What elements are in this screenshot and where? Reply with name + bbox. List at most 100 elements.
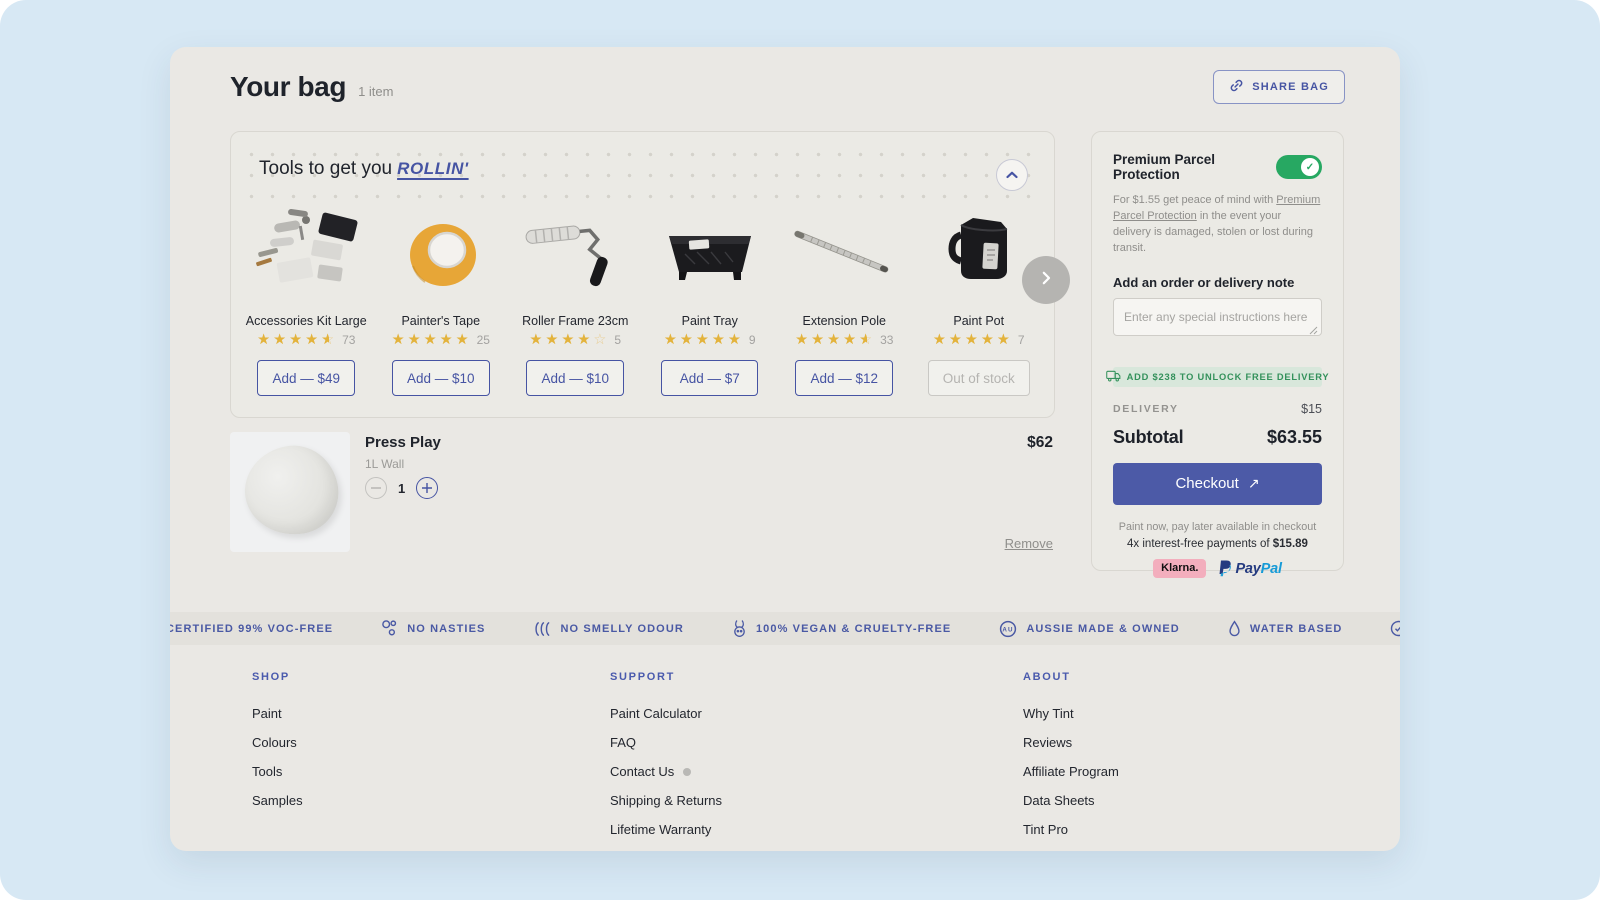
link-icon (1229, 78, 1244, 96)
footer-link-shipping-returns[interactable]: Shipping & Returns (610, 793, 722, 808)
footer-column-support: SUPPORT Paint Calculator FAQ Contact Us … (610, 671, 722, 837)
badge-vegan: 100% VEGAN & CRUELTY-FREE (732, 619, 951, 638)
add-to-bag-button[interactable]: Add — $49 (257, 360, 355, 396)
star-rating: ☆★☆★☆★☆★☆★ (257, 332, 336, 348)
footer-column-about: ABOUT Why Tint Reviews Affiliate Program… (1023, 671, 1119, 837)
carousel-next-button[interactable] (1022, 256, 1070, 304)
product-card: Painter's Tape ☆★☆★☆★☆★☆★ 25 Add — $10 (374, 206, 509, 396)
page-background: Your bag 1 item SHARE BAG Tools to get y… (0, 0, 1600, 900)
subtotal-label: Subtotal (1113, 427, 1183, 448)
carousel-collapse-button[interactable] (996, 159, 1028, 191)
paypal-logo: PayPal (1216, 559, 1281, 579)
review-count: 7 (1018, 333, 1025, 347)
star-rating: ☆★☆★☆★☆★☆★ (933, 332, 1012, 348)
payment-logos: Klarna. PayPal (1113, 559, 1322, 579)
free-delivery-label: ADD $238 TO UNLOCK FREE DELIVERY (1127, 372, 1330, 382)
footer-link-reviews[interactable]: Reviews (1023, 735, 1119, 750)
footer-link-faq[interactable]: FAQ (610, 735, 722, 750)
product-rating: ☆★☆★☆★☆★☆★ 7 (933, 332, 1025, 348)
accessories-kit-image (244, 206, 368, 300)
badge-aussie-made: AU AUSSIE MADE & OWNED (999, 620, 1180, 638)
product-rating: ☆★☆★☆★☆★☆★ 33 (795, 332, 893, 348)
svg-text:AU: AU (1003, 626, 1014, 633)
pay-later-note: Paint now, pay later available in checko… (1113, 521, 1322, 533)
footer-heading: SUPPORT (610, 671, 722, 683)
product-rating: ☆★☆★☆★☆★☆★ 9 (664, 332, 756, 348)
star-rating: ☆★☆★☆★☆★☆★ (392, 332, 471, 348)
droplet-icon (1228, 620, 1241, 637)
footer-link-contact-us[interactable]: Contact Us (610, 764, 722, 779)
au-circle-icon: AU (999, 620, 1017, 638)
truck-icon (1106, 370, 1121, 384)
footer-heading: SHOP (252, 671, 303, 683)
delivery-note-input[interactable] (1113, 298, 1322, 336)
footer-link-affiliate-program[interactable]: Affiliate Program (1023, 764, 1119, 779)
checkout-label: Checkout (1175, 475, 1238, 492)
review-count: 33 (880, 333, 893, 347)
remove-item-link[interactable]: Remove (1005, 536, 1053, 551)
parcel-protection-description: For $1.55 get peace of mind with Premium… (1113, 192, 1322, 257)
product-rating: ☆★☆★☆★☆★☆★ 5 (529, 332, 621, 348)
subtotal-value: $63.55 (1267, 427, 1322, 448)
product-name: Painter's Tape (401, 314, 480, 328)
product-card: Paint Tray ☆★☆★☆★☆★☆★ 9 Add — $7 (643, 206, 778, 396)
waves-icon (533, 621, 551, 637)
product-card: Paint Pot ☆★☆★☆★☆★☆★ 7 Out of stock (912, 206, 1047, 396)
arrow-up-right-icon: ↗ (1248, 476, 1260, 492)
klarna-logo: Klarna. (1153, 559, 1206, 578)
product-rating: ☆★☆★☆★☆★☆★ 73 (257, 332, 355, 348)
cart-item-price: $62 (1027, 434, 1053, 452)
delivery-note-label: Add an order or delivery note (1113, 275, 1322, 290)
brand-badges-strip: CERTIFIED 99% VOC-FREE NO NASTIES NO SME… (170, 612, 1400, 645)
add-to-bag-button[interactable]: Add — $12 (795, 360, 893, 396)
quantity-increase-button[interactable] (416, 477, 438, 499)
cart-item-image[interactable] (230, 432, 350, 552)
product-name: Paint Pot (953, 314, 1004, 328)
footer-link-colours[interactable]: Colours (252, 735, 303, 750)
parcel-protection-toggle[interactable]: ✓ (1276, 155, 1322, 179)
product-name: Accessories Kit Large (246, 314, 367, 328)
share-bag-button[interactable]: SHARE BAG (1213, 70, 1345, 104)
product-rating: ☆★☆★☆★☆★☆★ 25 (392, 332, 490, 348)
footer-column-shop: SHOP Paint Colours Tools Samples (252, 671, 303, 808)
carousel-products: Accessories Kit Large ☆★☆★☆★☆★☆★ 73 Add … (231, 206, 1054, 396)
checkout-button[interactable]: Checkout ↗ (1113, 463, 1322, 505)
footer-link-tools[interactable]: Tools (252, 764, 303, 779)
footer-link-data-sheets[interactable]: Data Sheets (1023, 793, 1119, 808)
review-count: 5 (614, 333, 621, 347)
badge-voc-free-repeat: CERTIFIED 99% VOC-FREE (1390, 620, 1400, 637)
cart-item-name: Press Play (365, 434, 441, 451)
bag-panel: Your bag 1 item SHARE BAG Tools to get y… (170, 47, 1400, 851)
bunny-icon (732, 619, 747, 638)
cart-item-variant: 1L Wall (365, 457, 404, 471)
footer-link-samples[interactable]: Samples (252, 793, 303, 808)
page-title: Your bag (230, 71, 346, 103)
review-count: 9 (749, 333, 756, 347)
check-circle-icon (1390, 620, 1400, 637)
quantity-decrease-button[interactable] (365, 477, 387, 499)
delivery-row: DELIVERY $15 (1113, 402, 1322, 416)
add-to-bag-button[interactable]: Add — $10 (392, 360, 490, 396)
footer-link-paint-calculator[interactable]: Paint Calculator (610, 706, 722, 721)
product-card: Roller Frame 23cm ☆★☆★☆★☆★☆★ 5 Add — $10 (508, 206, 643, 396)
add-to-bag-button[interactable]: Add — $7 (661, 360, 758, 396)
share-bag-label: SHARE BAG (1252, 81, 1329, 93)
carousel-title-highlight: ROLLIN' (397, 159, 469, 178)
footer-link-lifetime-warranty[interactable]: Lifetime Warranty (610, 822, 722, 837)
add-to-bag-button[interactable]: Add — $10 (526, 360, 624, 396)
toggle-check-icon: ✓ (1301, 158, 1319, 176)
resize-handle-icon[interactable] (1309, 326, 1318, 335)
badge-no-nasties: NO NASTIES (381, 619, 485, 638)
star-rating: ☆★☆★☆★☆★☆★ (664, 332, 743, 348)
footer-link-why-tint[interactable]: Why Tint (1023, 706, 1119, 721)
installments-note: 4x interest-free payments of $15.89 (1113, 538, 1322, 550)
painters-tape-image (379, 206, 503, 300)
product-name: Paint Tray (682, 314, 738, 328)
footer-link-tint-pro[interactable]: Tint Pro (1023, 822, 1119, 837)
cart-item-row: Press Play 1L Wall 1 $62 Remove (230, 432, 1053, 552)
footer-link-paint[interactable]: Paint (252, 706, 303, 721)
product-name: Extension Pole (803, 314, 886, 328)
delivery-label: DELIVERY (1113, 403, 1179, 415)
carousel-title: Tools to get youROLLIN' (259, 158, 469, 180)
review-count: 73 (342, 333, 355, 347)
